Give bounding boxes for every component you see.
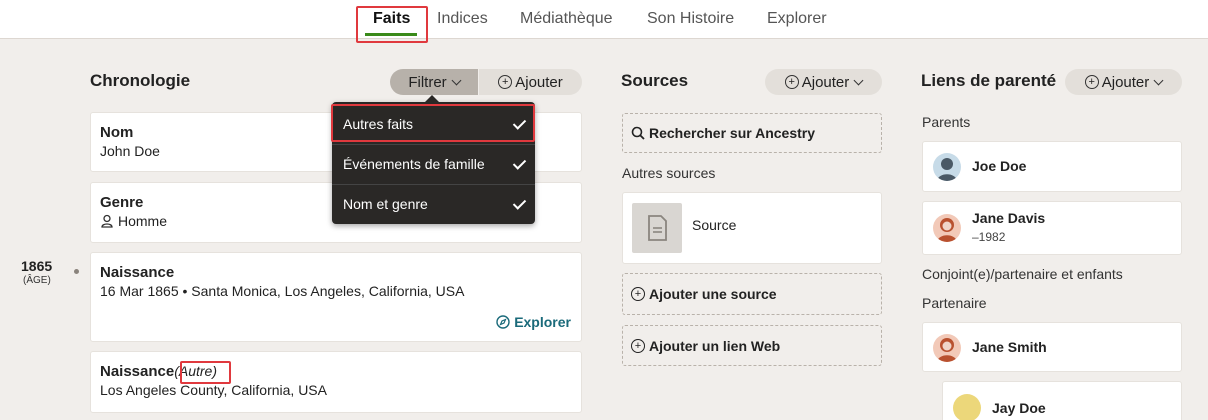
tab-mediatheque[interactable]: Médiathèque xyxy=(520,10,613,28)
person-card-jay-doe[interactable]: Jay Doe xyxy=(942,381,1182,420)
active-tab-indicator xyxy=(365,33,417,36)
check-icon xyxy=(512,156,527,170)
female-avatar-icon xyxy=(933,334,961,362)
unknown-avatar-icon xyxy=(953,394,981,420)
person-icon xyxy=(101,214,113,228)
filter-option-nom-genre[interactable]: Nom et genre xyxy=(332,184,535,224)
filter-option-evenements-famille[interactable]: Événements de famille xyxy=(332,144,535,184)
search-icon xyxy=(631,126,645,140)
timeline-dot xyxy=(74,269,79,274)
chronologie-add-button[interactable]: + Ajouter xyxy=(479,69,582,95)
tab-faits[interactable]: Faits xyxy=(373,10,410,28)
fact-title: Genre xyxy=(100,194,144,211)
fact-title-row: Naissance (Autre) xyxy=(100,363,217,380)
filter-option-label: Nom et genre xyxy=(343,196,428,212)
fact-value: John Doe xyxy=(100,143,160,159)
tab-indices[interactable]: Indices xyxy=(437,10,488,28)
explore-link[interactable]: Explorer xyxy=(496,314,571,330)
plus-circle-icon: + xyxy=(498,75,513,89)
add-label: Ajouter xyxy=(801,73,850,91)
document-icon xyxy=(632,203,682,253)
add-label: Ajouter xyxy=(515,73,563,91)
filter-option-label: Autres faits xyxy=(343,116,414,132)
tab-explorer[interactable]: Explorer xyxy=(767,10,827,28)
other-sources-label: Autres sources xyxy=(622,165,716,181)
search-ancestry-button[interactable]: Rechercher sur Ancestry xyxy=(622,113,882,153)
add-source-button[interactable]: + Ajouter une source xyxy=(622,273,882,315)
search-label: Rechercher sur Ancestry xyxy=(649,125,816,141)
source-label: Source xyxy=(692,217,737,233)
plus-circle-icon: + xyxy=(631,338,645,353)
person-card-jane-smith[interactable]: Jane Smith xyxy=(922,322,1182,372)
liens-heading: Liens de parenté xyxy=(921,71,1057,90)
add-web-label: Ajouter un lien Web xyxy=(649,337,781,354)
gender-row: Homme xyxy=(100,213,167,229)
filter-option-autres-faits[interactable]: Autres faits xyxy=(332,104,535,144)
dropdown-arrow xyxy=(424,95,440,103)
chevron-down-icon xyxy=(853,75,864,85)
top-nav: Faits Indices Médiathèque Son Histoire E… xyxy=(0,0,1208,39)
check-icon xyxy=(512,196,527,210)
fact-card-naissance-autre[interactable]: Naissance (Autre) Los Angeles County, Ca… xyxy=(90,351,582,413)
partner-label: Partenaire xyxy=(922,295,987,311)
chevron-down-icon xyxy=(1153,75,1164,85)
parents-label: Parents xyxy=(922,114,971,130)
compass-icon xyxy=(496,315,510,329)
person-name: Jane Davis xyxy=(972,210,1046,226)
female-avatar-icon xyxy=(933,214,961,242)
tab-son-histoire[interactable]: Son Histoire xyxy=(647,10,734,28)
add-label: Ajouter xyxy=(1101,73,1150,91)
filter-option-label: Événements de famille xyxy=(343,156,485,172)
add-source-label: Ajouter une source xyxy=(649,286,777,302)
person-card-jane-davis[interactable]: Jane Davis –1982 xyxy=(922,201,1182,255)
fact-title: Nom xyxy=(100,124,134,141)
fact-title: Naissance xyxy=(100,363,175,380)
fact-value: Los Angeles County, California, USA xyxy=(100,382,327,398)
person-name: Joe Doe xyxy=(972,158,1027,174)
person-name: Jay Doe xyxy=(992,400,1046,416)
timeline-year: 1865 xyxy=(21,258,53,274)
filter-label: Filtrer xyxy=(408,73,447,91)
fact-tag: (Autre) xyxy=(174,363,218,379)
fact-value: Homme xyxy=(118,213,168,229)
fact-title: Naissance xyxy=(100,264,175,281)
sources-heading: Sources xyxy=(621,71,689,90)
sources-add-button[interactable]: + Ajouter xyxy=(765,69,882,95)
filter-button[interactable]: Filtrer xyxy=(390,69,478,95)
male-avatar-icon xyxy=(933,153,961,181)
fact-card-naissance[interactable]: Naissance 16 Mar 1865 • Santa Monica, Lo… xyxy=(90,252,582,342)
source-item[interactable]: Source xyxy=(622,192,882,264)
person-dates: –1982 xyxy=(972,230,1006,244)
timeline-age: (ÂGE) xyxy=(23,275,51,286)
person-name: Jane Smith xyxy=(972,339,1047,355)
plus-circle-icon: + xyxy=(1084,75,1099,89)
spouse-section-label: Conjoint(e)/partenaire et enfants xyxy=(922,266,1123,282)
person-card-joe-doe[interactable]: Joe Doe xyxy=(922,141,1182,192)
add-web-link-button[interactable]: + Ajouter un lien Web xyxy=(622,325,882,366)
fact-value: 16 Mar 1865 • Santa Monica, Los Angeles,… xyxy=(100,283,465,299)
liens-add-button[interactable]: + Ajouter xyxy=(1065,69,1182,95)
filter-dropdown-menu: Autres faits Événements de famille Nom e… xyxy=(332,95,535,224)
plus-circle-icon: + xyxy=(784,75,799,89)
explore-label: Explorer xyxy=(514,314,571,330)
check-icon xyxy=(512,116,527,130)
chevron-down-icon xyxy=(451,75,462,85)
plus-circle-icon: + xyxy=(631,287,645,301)
chronologie-heading: Chronologie xyxy=(90,71,191,90)
